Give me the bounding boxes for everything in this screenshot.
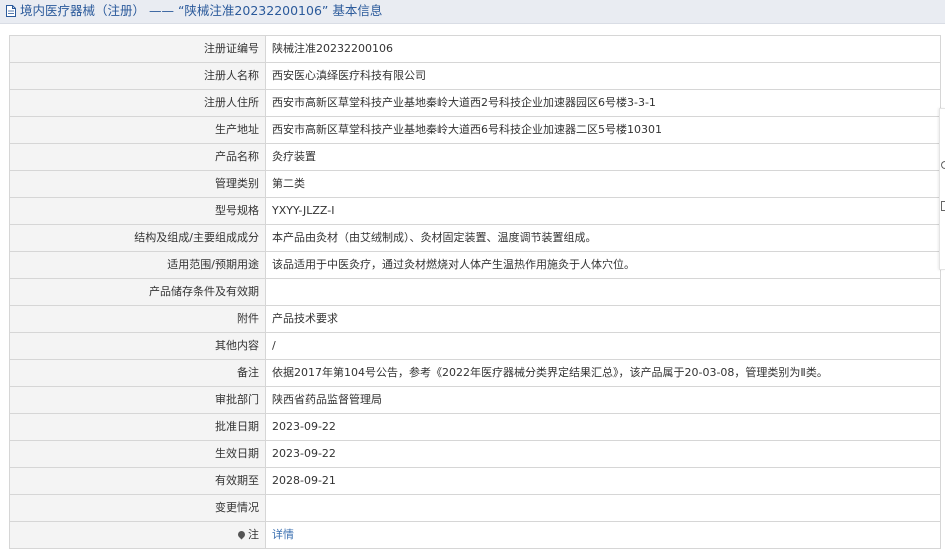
table-row: 型号规格 YXYY-JLZZ-Ⅰ <box>9 197 941 225</box>
field-label: 其他内容 <box>9 332 266 360</box>
field-label: 注册人住所 <box>9 89 266 117</box>
field-label: 注册证编号 <box>9 35 266 63</box>
note-label: 注 <box>248 528 259 541</box>
table-row: 注册证编号 陕械注准20232200106 <box>9 35 941 63</box>
device-info-table: 注册证编号 陕械注准20232200106 注册人名称 西安医心滇绎医疗科技有限公司注… <box>9 35 941 549</box>
side-tab-icon-2 <box>941 201 945 211</box>
field-value: 详情 <box>265 521 941 549</box>
table-row: 结构及组成/主要组成成分 本产品由灸材（由艾绒制成）、灸材固定装置、温度调节装置组… <box>9 224 941 252</box>
field-value: 陕西省药品监督管理局 <box>265 386 941 414</box>
page-header: 境内医疗器械（注册） —— “陕械注准20232200106” 基本信息 <box>0 0 945 24</box>
field-value: 西安市高新区草堂科技产业基地秦岭大道西2号科技企业加速器园区6号楼3-3-1 <box>265 89 941 117</box>
field-label: 适用范围/预期用途 <box>9 251 266 279</box>
field-value: 西安市高新区草堂科技产业基地秦岭大道西6号科技企业加速器二区5号楼10301 <box>265 116 941 144</box>
field-label: 注 <box>9 521 266 549</box>
field-value: 产品技术要求 <box>265 305 941 333</box>
field-label: 结构及组成/主要组成成分 <box>9 224 266 252</box>
table-row: 注册人住所 西安市高新区草堂科技产业基地秦岭大道西2号科技企业加速器园区6号楼3-… <box>9 89 941 117</box>
field-value: 第二类 <box>265 170 941 198</box>
side-tab-icon <box>941 161 945 169</box>
side-float-tab[interactable] <box>939 108 945 270</box>
field-label: 产品名称 <box>9 143 266 171</box>
field-label: 管理类别 <box>9 170 266 198</box>
field-label: 有效期至 <box>9 467 266 495</box>
field-label: 审批部门 <box>9 386 266 414</box>
table-row: 其他内容 / <box>9 332 941 360</box>
table-row: 注册人名称 西安医心滇绎医疗科技有限公司 <box>9 62 941 90</box>
table-row: 产品储存条件及有效期 <box>9 278 941 306</box>
field-value: 2023-09-22 <box>265 440 941 468</box>
pin-icon <box>236 529 247 540</box>
table-row: 备注 依据2017年第104号公告，参考《2022年医疗器械分类界定结果汇总》，该… <box>9 359 941 387</box>
table-row: 审批部门 陕西省药品监督管理局 <box>9 386 941 414</box>
field-value: 灸疗装置 <box>265 143 941 171</box>
table-row: 适用范围/预期用途 该品适用于中医灸疗，通过灸材燃烧对人体产生温热作用施灸于人体穴… <box>9 251 941 279</box>
field-label: 生效日期 <box>9 440 266 468</box>
table-row: 变更情况 <box>9 494 941 522</box>
field-value: 2028-09-21 <box>265 467 941 495</box>
field-value <box>265 494 941 522</box>
table-row: 有效期至 2028-09-21 <box>9 467 941 495</box>
field-label: 生产地址 <box>9 116 266 144</box>
field-value: YXYY-JLZZ-Ⅰ <box>265 197 941 225</box>
table-row: 批准日期 2023-09-22 <box>9 413 941 441</box>
field-value: 陕械注准20232200106 <box>265 35 941 63</box>
field-value: / <box>265 332 941 360</box>
field-label: 变更情况 <box>9 494 266 522</box>
field-label: 型号规格 <box>9 197 266 225</box>
field-value: 2023-09-22 <box>265 413 941 441</box>
field-value: 西安医心滇绎医疗科技有限公司 <box>265 62 941 90</box>
field-value <box>265 278 941 306</box>
field-label: 产品储存条件及有效期 <box>9 278 266 306</box>
field-label: 批准日期 <box>9 413 266 441</box>
table-row: 生效日期 2023-09-22 <box>9 440 941 468</box>
table-row-note: 注详情 <box>9 521 941 549</box>
field-value: 该品适用于中医灸疗，通过灸材燃烧对人体产生温热作用施灸于人体穴位。 <box>265 251 941 279</box>
details-link[interactable]: 详情 <box>272 528 294 541</box>
field-label: 注册人名称 <box>9 62 266 90</box>
table-row: 产品名称 灸疗装置 <box>9 143 941 171</box>
page-title: 境内医疗器械（注册） —— “陕械注准20232200106” 基本信息 <box>20 3 383 18</box>
table-row: 附件 产品技术要求 <box>9 305 941 333</box>
field-label: 备注 <box>9 359 266 387</box>
field-value: 本产品由灸材（由艾绒制成）、灸材固定装置、温度调节装置组成。 <box>265 224 941 252</box>
field-value: 依据2017年第104号公告，参考《2022年医疗器械分类界定结果汇总》，该产品… <box>265 359 941 387</box>
field-label: 附件 <box>9 305 266 333</box>
table-row: 管理类别 第二类 <box>9 170 941 198</box>
table-row: 生产地址 西安市高新区草堂科技产业基地秦岭大道西6号科技企业加速器二区5号楼103… <box>9 116 941 144</box>
document-icon <box>6 5 16 17</box>
